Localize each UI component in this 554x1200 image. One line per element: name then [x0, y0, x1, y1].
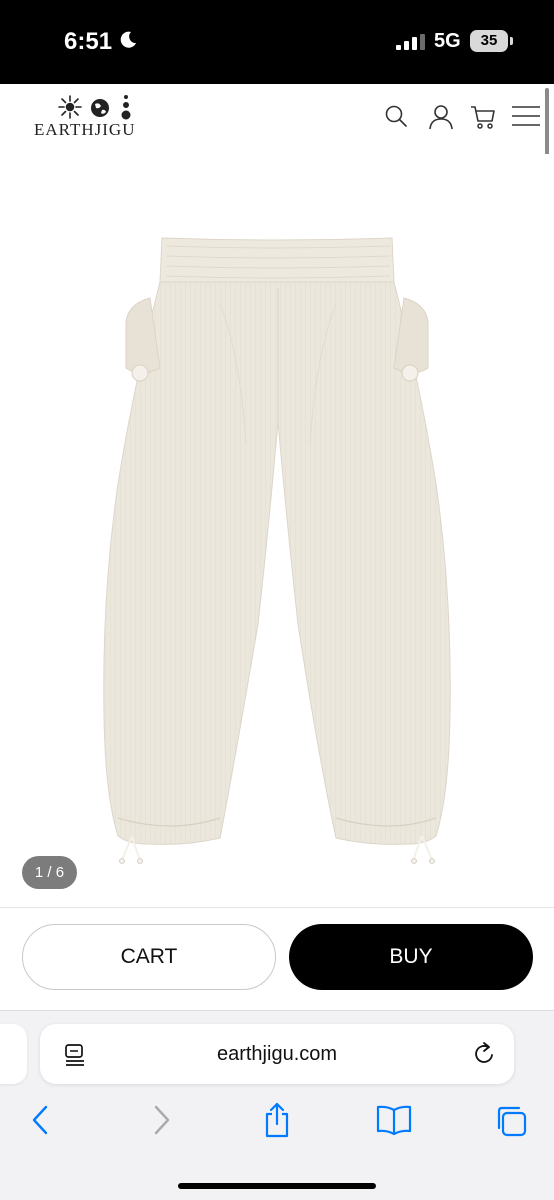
status-bar: 6:51 5G 35 [0, 0, 554, 84]
menu-icon[interactable] [511, 105, 541, 132]
cart-button[interactable]: CART [22, 924, 276, 990]
product-pants-image[interactable] [0, 154, 554, 904]
battery-cap [510, 37, 513, 45]
tabs-icon[interactable] [494, 1104, 528, 1143]
cart-icon[interactable] [470, 104, 496, 135]
logo-text[interactable]: EARTHJIGU [34, 120, 135, 140]
address-bar[interactable]: earthjigu.com [40, 1024, 514, 1084]
dots-mark [121, 95, 131, 120]
bookmarks-icon[interactable] [376, 1104, 412, 1141]
home-indicator [178, 1183, 376, 1189]
battery-icon: 35 [470, 30, 508, 52]
moon-icon [118, 30, 138, 55]
search-icon[interactable] [384, 104, 408, 133]
site-header: EARTHJIGU [0, 84, 554, 154]
previous-tab-peek[interactable] [0, 1024, 27, 1084]
divider [0, 907, 554, 908]
slide-counter: 1 / 6 [22, 856, 77, 889]
sun-icon [58, 95, 82, 119]
status-time: 6:51 [64, 28, 113, 55]
reload-icon[interactable] [471, 1041, 497, 1072]
forward-icon[interactable] [150, 1104, 172, 1141]
share-icon[interactable] [262, 1102, 292, 1143]
url-text[interactable]: earthjigu.com [40, 1024, 514, 1084]
network-type: 5G [434, 30, 461, 52]
signal-icon [396, 34, 426, 55]
back-icon[interactable] [30, 1104, 52, 1141]
buy-button[interactable]: BUY [289, 924, 533, 990]
globe-icon [91, 99, 109, 117]
user-icon[interactable] [428, 104, 454, 135]
